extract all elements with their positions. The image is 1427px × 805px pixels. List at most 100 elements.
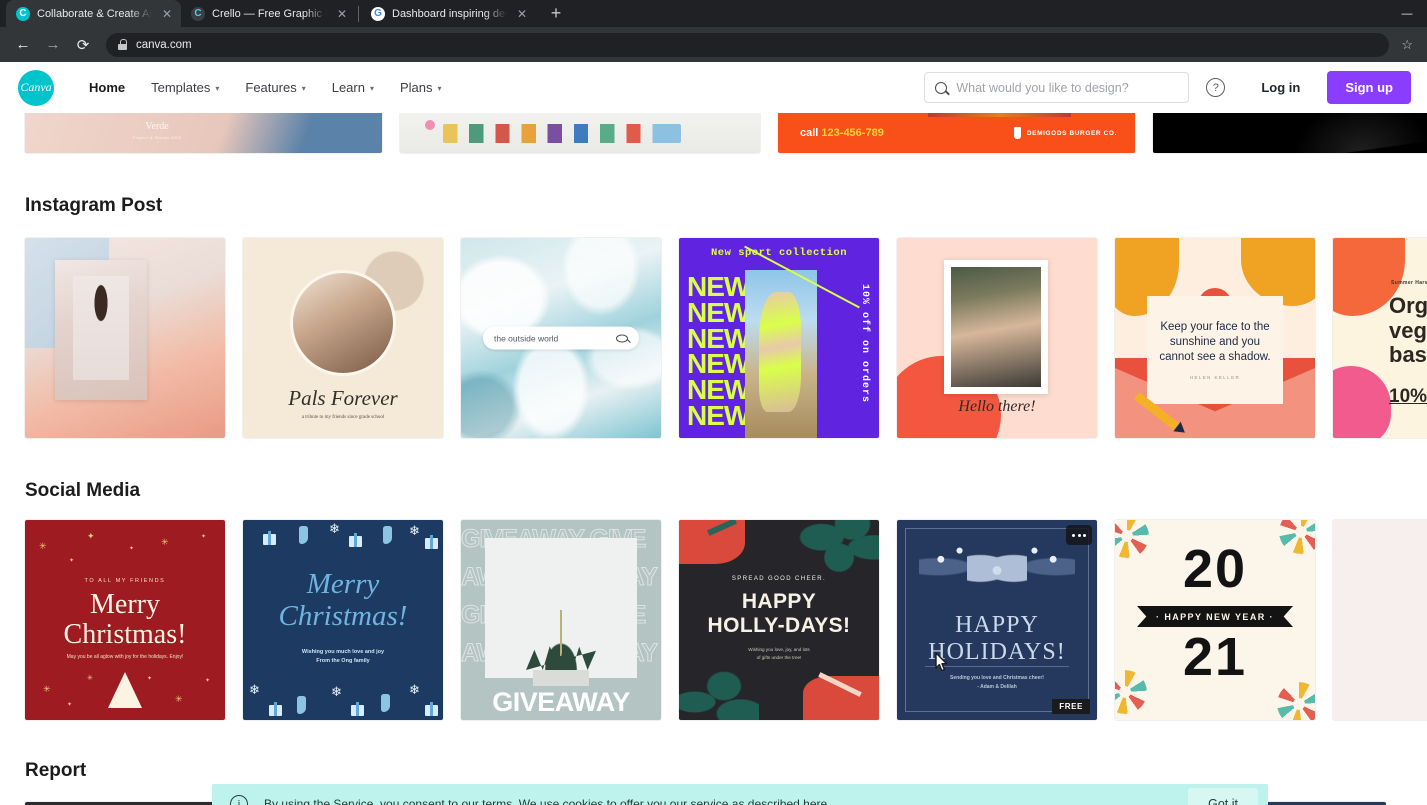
card-note: Keep your face to the sunshine and you c… (1147, 296, 1283, 404)
url-text: canva.com (136, 38, 192, 51)
help-icon[interactable]: ? (1206, 78, 1226, 97)
new-tab-button[interactable]: + (542, 0, 570, 27)
site-header: Canva Home Templates ▾ Features ▾ Learn … (0, 62, 1427, 113)
nav-item-features[interactable]: Features ▾ (232, 72, 318, 103)
card-artwork: GIVEAWAY GIVEAWAY GIVEAWAY GIVEAWAY GIVE… (461, 520, 661, 720)
card-artwork: Summer Harvest Sale Orgaveggbask 10% off (1333, 238, 1427, 438)
chevron-down-icon: ▾ (215, 84, 220, 93)
tab-close-icon[interactable]: ✕ (514, 6, 530, 22)
address-bar[interactable]: canva.com (106, 32, 1390, 57)
star-icon: ✳ (161, 537, 169, 547)
social-media-row: ✳ ✦ ✦ ✦ ✳ ✦ ✳ ✳ ✦ ✦ ✳ ✦ TO ALL MY FRIEND… (0, 520, 1427, 720)
card-title-text: HAPPY HOLLY-DAYS! (707, 590, 851, 637)
tab-title: Dashboard inspiring designs - G (392, 7, 507, 20)
bookmark-star-icon[interactable]: ☆ (1401, 37, 1417, 53)
card-photo (290, 270, 396, 376)
card-photo (485, 538, 637, 678)
card-sub-text: Wishing you love, joy, and lots of gifts … (748, 647, 810, 661)
card-search-text: the outside world (494, 333, 559, 343)
template-card-watercolor-portrait[interactable] (25, 238, 225, 438)
forward-icon[interactable]: → (40, 32, 66, 58)
header-actions: ? Log in Sign up (924, 71, 1411, 104)
card-sub-text: Sending you love and Christmas cheer! - A… (950, 675, 1044, 690)
card-label-text: GIVEAWAY (492, 687, 630, 717)
back-icon[interactable]: ← (10, 32, 36, 58)
card-sub-text: May you be all aglow with joy for the ho… (66, 654, 184, 660)
card-quote-text: Keep your face to the sunshine and you c… (1159, 320, 1271, 364)
template-card-giveaway[interactable]: GIVEAWAY GIVEAWAY GIVEAWAY GIVEAWAY GIVE… (461, 520, 661, 720)
search-box[interactable] (924, 72, 1190, 103)
browser-tab[interactable]: C Crello — Free Graphic Design So ✕ (181, 0, 356, 27)
nav-label: Home (89, 80, 126, 95)
signup-button[interactable]: Sign up (1327, 71, 1411, 104)
sock-icon (383, 526, 392, 544)
plant-pot (533, 670, 589, 686)
nav-item-templates[interactable]: Templates ▾ (138, 72, 232, 103)
gift-illustration (803, 676, 879, 720)
nav-label: Plans (399, 80, 433, 95)
login-button[interactable]: Log in (1242, 71, 1320, 104)
card-artwork: ✳ ✦ ✦ ✦ ✳ ✦ ✳ ✳ ✦ ✦ ✳ ✦ TO ALL MY FRIEND… (25, 520, 225, 720)
template-card-verde[interactable]: Verde Project & Studio 2020 (25, 113, 382, 153)
decorative-dot (425, 120, 436, 131)
card-artwork: the outside world (461, 238, 661, 438)
card-title-text: HAPPY HOLIDAYS! (928, 612, 1066, 666)
gift-icon (425, 535, 438, 549)
star-icon: ✦ (87, 531, 95, 541)
card-photo (55, 260, 147, 400)
template-card-burger[interactable]: call 123-456-789 DEMIGODS BURGER CO. (778, 113, 1135, 153)
more-options-icon[interactable] (1066, 525, 1092, 545)
canva-logo[interactable]: Canva (18, 69, 54, 106)
tab-divider (358, 5, 359, 22)
template-card-new-sport-collection[interactable]: New sport collection NEW NEW NEW NEW NEW NEW … (679, 238, 879, 438)
template-card-merry-christmas-blue[interactable]: ❄ ❄ ❄ ❄ ❄ Merry Christmas! Wishing you mu… (243, 520, 443, 720)
template-card-helen-keller-quote[interactable]: Keep your face to the sunshine and you c… (1115, 238, 1315, 438)
nav-item-plans[interactable]: Plans ▾ (387, 72, 455, 103)
template-card-organic-veggie[interactable]: Summer Harvest Sale Orgaveggbask 10% off (1333, 238, 1427, 438)
card-artwork (400, 113, 760, 153)
nav-label: Templates (151, 80, 211, 95)
card-eyebrow-text: TO ALL MY FRIENDS (84, 578, 166, 584)
template-card-clips[interactable] (400, 113, 760, 153)
template-card-merry-christmas-red[interactable]: ✳ ✦ ✦ ✦ ✳ ✦ ✳ ✳ ✦ ✦ ✳ ✦ TO ALL MY FRIEND… (25, 520, 225, 720)
nav-item-learn[interactable]: Learn ▾ (319, 72, 387, 103)
search-icon (616, 334, 628, 342)
canva-favicon-icon: C (16, 6, 30, 21)
card-artwork: Thank You for all you do (1333, 520, 1427, 720)
tab-close-icon[interactable]: ✕ (159, 6, 175, 22)
nav-label: Learn (331, 80, 365, 95)
tab-close-icon[interactable]: ✕ (334, 6, 350, 22)
template-card-black[interactable] (1153, 113, 1427, 153)
template-card-hello-there[interactable]: Hello there! (897, 238, 1097, 438)
free-badge: FREE (1052, 699, 1090, 714)
template-card-happy-holidays[interactable]: HAPPY HOLIDAYS! Sending you love and Chri… (897, 520, 1097, 720)
nav-item-home[interactable]: Home (76, 72, 138, 103)
sock-icon (381, 694, 390, 712)
star-icon: ✦ (201, 534, 207, 540)
star-icon: ✳ (175, 694, 183, 704)
google-favicon-icon: G (371, 6, 385, 21)
terms-link[interactable]: terms (482, 797, 512, 805)
card-artwork: Hello there! (897, 238, 1097, 438)
browser-tab[interactable]: G Dashboard inspiring designs - G ✕ (361, 0, 536, 27)
here-link[interactable]: here (803, 797, 827, 805)
template-card-happy-holly-days[interactable]: SPREAD GOOD CHEER. HAPPY HOLLY-DAYS! Wish… (679, 520, 879, 720)
star-icon: ✦ (69, 558, 75, 564)
card-sub-text: Project & Studio 2020 (132, 135, 182, 140)
reload-icon[interactable]: ⟳ (70, 32, 96, 58)
template-card-happy-new-year[interactable]: 20 · HAPPY NEW YEAR · 21 (1115, 520, 1315, 720)
card-year-top: 20 (1182, 539, 1248, 599)
search-input[interactable] (956, 80, 1179, 95)
minimize-icon[interactable]: — (1387, 0, 1427, 27)
browser-tab[interactable]: C Collaborate & Create Amazing G ✕ (6, 0, 181, 27)
cookie-banner-text: By using the Service, you consent to our… (264, 797, 831, 805)
template-card-outside-world[interactable]: the outside world (461, 238, 661, 438)
star-icon: ✦ (147, 676, 153, 682)
template-card-pals-forever[interactable]: Pals Forever a tribute to my friends sin… (243, 238, 443, 438)
card-sub-text: a tribute to my friends since grade scho… (301, 415, 385, 420)
got-it-button[interactable]: Got it (1188, 788, 1258, 805)
card-divider (925, 666, 1069, 667)
template-card-thank-you[interactable]: Thank You for all you do (1333, 520, 1427, 720)
snowflake-icon: ❄ (249, 682, 260, 697)
browser-chrome: C Collaborate & Create Amazing G ✕ C Cre… (0, 0, 1427, 62)
